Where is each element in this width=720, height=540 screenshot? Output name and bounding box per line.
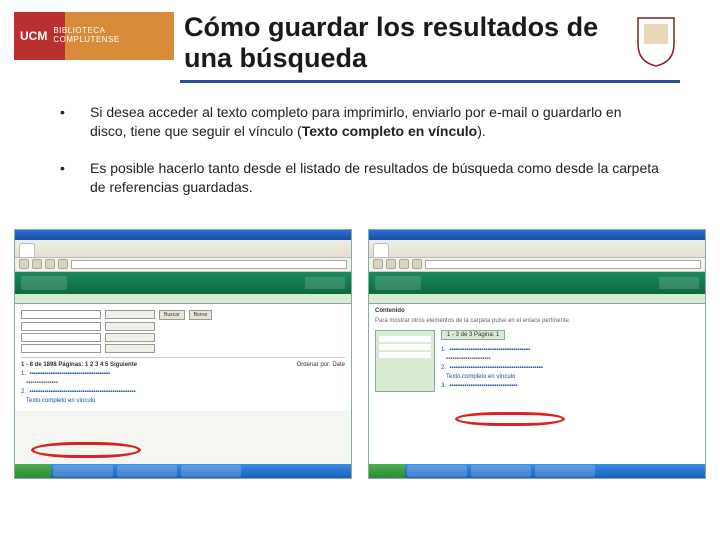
content-heading: Contenido [375,308,405,314]
banner-right [659,277,699,289]
start-button [369,464,405,478]
results-tab: 1 - 3 de 3 Página: 1 [441,330,505,340]
shield-logo [632,12,680,70]
bullet-item: • Si desea acceder al texto completo par… [60,103,660,141]
logo-ucm-text: BIBLIOTECA COMPLUTENSE [53,27,168,45]
browser-toolbar [15,258,351,272]
forward-icon [386,259,396,269]
taskbar-item [181,465,241,477]
home-icon [58,259,68,269]
browser-tabstrip [369,240,705,258]
bullet-dot: • [60,159,90,197]
search-dropdown [105,333,155,342]
browser-toolbar [369,258,705,272]
sort-label: Ordenar por: Date [297,362,345,368]
left-sidebar-panel [375,330,435,392]
home-icon [412,259,422,269]
search-dropdown [105,310,155,319]
taskbar-item [117,465,177,477]
address-bar [71,260,347,269]
result-item: 1. ▪▪▪▪▪▪▪▪▪▪▪▪▪▪▪▪▪▪▪▪▪▪▪▪▪▪▪▪▪▪▪▪▪▪▪▪▪… [21,371,345,377]
folder-item: ▪▪▪▪▪▪▪▪▪▪▪▪▪▪▪▪▪▪▪▪▪ [441,356,699,362]
reload-icon [399,259,409,269]
browser-tab [19,243,35,257]
taskbar-item [471,465,531,477]
result-item: 2. ▪▪▪▪▪▪▪▪▪▪▪▪▪▪▪▪▪▪▪▪▪▪▪▪▪▪▪▪▪▪▪▪▪▪▪▪▪… [21,389,345,395]
windows-taskbar [369,464,705,478]
folder-item: 3. ▪▪▪▪▪▪▪▪▪▪▪▪▪▪▪▪▪▪▪▪▪▪▪▪▪▪▪▪▪▪▪▪ [441,383,699,389]
page-title: Cómo guardar los resultados de una búsqu… [174,12,632,74]
bullet-item: • Es posible hacerlo tanto desde el list… [60,159,660,197]
folder-item: 1. ▪▪▪▪▪▪▪▪▪▪▪▪▪▪▪▪▪▪▪▪▪▪▪▪▪▪▪▪▪▪▪▪▪▪▪▪▪… [441,347,699,353]
nav-green-bar [369,294,705,304]
result-link-circled: Texto completo en vínculo [21,398,345,404]
reload-icon [45,259,55,269]
red-circle-highlight [31,442,141,458]
bullet-text: Es posible hacerlo tanto desde el listad… [90,159,660,197]
screenshot-search-results: Buscar Borrar 1 - 8 de 1898 Páginas: 1 2… [14,229,352,479]
browser-tabstrip [15,240,351,258]
folder-link-circled: Texto completo en vínculo [441,374,699,380]
search-field [21,310,101,319]
browser-titlebar [369,230,705,240]
search-button: Buscar [159,310,185,320]
banner-right [305,277,345,289]
search-form-area: Buscar Borrar 1 - 8 de 1898 Páginas: 1 2… [15,304,351,411]
search-dropdown [105,322,155,331]
browser-tab [373,243,389,257]
red-circle-highlight [455,412,565,426]
screenshot-folder: Contenido Para mostrar otros elementos d… [368,229,706,479]
search-dropdown [105,344,155,353]
browser-titlebar [15,230,351,240]
nav-green-bar [15,294,351,304]
results-pager: 1 - 8 de 1898 Páginas: 1 2 3 4 5 Siguien… [21,362,137,368]
clear-button: Borrar [189,310,213,320]
bullet-dot: • [60,103,90,141]
ebsco-logo [375,276,421,290]
forward-icon [32,259,42,269]
folder-item: 2. ▪▪▪▪▪▪▪▪▪▪▪▪▪▪▪▪▪▪▪▪▪▪▪▪▪▪▪▪▪▪▪▪▪▪▪▪▪… [441,365,699,371]
result-item: ▪▪▪▪▪▪▪▪▪▪▪▪▪▪▪ [21,380,345,386]
windows-taskbar [15,464,351,478]
logo-ucm: UCM BIBLIOTECA COMPLUTENSE [14,12,174,60]
taskbar-item [53,465,113,477]
back-icon [373,259,383,269]
bullet-text: Si desea acceder al texto completo para … [90,103,660,141]
address-bar [425,260,701,269]
ebsco-banner [369,272,705,294]
search-field [21,322,101,331]
taskbar-item [407,465,467,477]
taskbar-item [535,465,595,477]
bullet-list: • Si desea acceder al texto completo par… [0,83,720,225]
ebsco-banner [15,272,351,294]
logo-ucm-prefix: UCM [20,29,47,43]
start-button [15,464,51,478]
search-field [21,333,101,342]
search-field [21,344,101,353]
back-icon [19,259,29,269]
ebsco-logo [21,276,67,290]
